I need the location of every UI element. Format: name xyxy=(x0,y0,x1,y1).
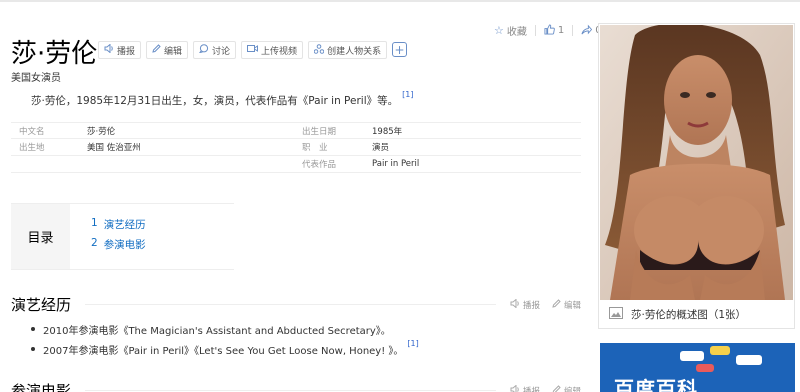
summary-text: 莎·劳伦，1985年12月31日出生，女，演员，代表作品有《Pair in Pe… xyxy=(31,95,399,107)
bullet-dot xyxy=(31,347,35,351)
section-header: 演艺经历 播报 编辑 xyxy=(11,294,581,315)
upload-video-icon xyxy=(247,44,259,56)
create-relation-button[interactable]: 创建人物关系 xyxy=(308,41,388,59)
section-read-button[interactable]: 播报 xyxy=(510,297,540,311)
section-list: 2010年参演电影《The Magician's Assistant and A… xyxy=(31,322,419,362)
info-key: 职 业 xyxy=(302,143,328,153)
edit-button[interactable]: 编辑 xyxy=(146,41,189,59)
section-actions: 播报 编辑 xyxy=(510,383,581,392)
like-count: 1 xyxy=(557,25,565,36)
top-divider xyxy=(0,0,800,2)
list-item-text: 2007年参演电影《Pair in Peril》《Let's See You G… xyxy=(43,346,404,357)
promo-text: 百度百科 xyxy=(614,377,698,392)
pen-icon xyxy=(152,44,161,56)
promo-bubble xyxy=(696,364,714,372)
toc-item-label: 参演电影 xyxy=(103,239,146,251)
section-title: 参演电影 xyxy=(11,382,72,392)
collect-button[interactable]: ☆ 收藏 xyxy=(494,23,527,38)
discuss-button[interactable]: 讨论 xyxy=(193,41,237,59)
info-key: 出生日期 xyxy=(302,126,337,137)
summary-paragraph: 莎·劳伦，1985年12月31日出生，女，演员，代表作品有《Pair in Pe… xyxy=(31,90,413,108)
info-key: 代表作品 xyxy=(302,160,337,170)
tag-label: 编辑 xyxy=(164,46,183,57)
section-edit-label: 编辑 xyxy=(563,386,581,392)
toc-item-number: 2 xyxy=(91,237,98,249)
section-divider xyxy=(85,304,496,305)
image-caption-text: 莎·劳伦的概述图（1张） xyxy=(631,309,747,321)
page-title: 莎·劳伦 xyxy=(11,39,98,69)
pen-icon xyxy=(552,384,561,392)
portrait-photo[interactable] xyxy=(600,25,793,300)
section-divider xyxy=(85,390,496,391)
section-header: 参演电影 播报 编辑 xyxy=(11,380,581,392)
image-caption[interactable]: 莎·劳伦的概述图（1张） xyxy=(609,307,746,322)
speaker-icon xyxy=(104,43,114,56)
section-edit-button[interactable]: 编辑 xyxy=(552,298,581,311)
info-key: 中文名 xyxy=(19,126,45,137)
section-read-button[interactable]: 播报 xyxy=(510,383,540,392)
speaker-icon xyxy=(510,297,520,311)
relation-icon xyxy=(313,43,325,57)
upload-video-button[interactable]: 上传视频 xyxy=(241,41,304,59)
like-button[interactable]: 1 xyxy=(544,24,564,37)
basic-info-table: 中文名 莎·劳伦 出生日期 1985年 出生地 美国 佐治亚州 职 业 演员 代… xyxy=(11,122,581,173)
toc-item-label: 演艺经历 xyxy=(103,219,146,231)
chat-icon xyxy=(198,44,209,56)
subtitle: 美国女演员 xyxy=(11,73,61,84)
star-icon: ☆ xyxy=(494,24,504,37)
list-item-text: 2010年参演电影《The Magician's Assistant and A… xyxy=(43,326,391,337)
info-value: 莎·劳伦 xyxy=(87,126,116,137)
info-row: 中文名 莎·劳伦 出生日期 1985年 xyxy=(11,122,581,139)
promo-banner[interactable]: 百度百科 xyxy=(600,343,795,392)
info-value: 美国 佐治亚州 xyxy=(87,143,141,153)
share-icon xyxy=(581,24,593,37)
section-edit-label: 编辑 xyxy=(563,300,581,311)
read-aloud-button[interactable]: 播报 xyxy=(98,41,142,59)
speaker-icon xyxy=(510,383,520,392)
title-toolbar: 播报 编辑 讨论 上传视频 创建人物关系 + xyxy=(98,41,408,59)
thumbs-up-icon xyxy=(544,24,555,37)
top-actions: ☆ 收藏 1 0 xyxy=(494,23,602,38)
info-row: 出生地 美国 佐治亚州 职 业 演员 xyxy=(11,139,581,156)
list-item: 2007年参演电影《Pair in Peril》《Let's See You G… xyxy=(31,339,419,362)
promo-bubble xyxy=(710,346,730,355)
tag-label: 上传视频 xyxy=(261,46,298,57)
tag-label: 讨论 xyxy=(212,46,231,57)
info-key: 出生地 xyxy=(19,143,45,153)
toc-item[interactable]: 1 演艺经历 xyxy=(91,217,146,237)
reference-link[interactable]: [1] xyxy=(407,339,418,348)
section-read-label: 播报 xyxy=(522,386,540,392)
section-actions: 播报 编辑 xyxy=(510,297,581,311)
picture-icon xyxy=(609,307,623,322)
plus-icon: + xyxy=(394,42,405,57)
add-button[interactable]: + xyxy=(392,42,408,57)
list-item: 2010年参演电影《The Magician's Assistant and A… xyxy=(31,322,419,342)
divider xyxy=(534,25,536,36)
summary-image-card[interactable]: 莎·劳伦的概述图（1张） xyxy=(598,23,795,329)
toc-label: 目录 xyxy=(11,204,70,269)
toc-item[interactable]: 2 参演电影 xyxy=(91,237,146,257)
info-value: Pair in Peril xyxy=(372,159,420,169)
tag-label: 创建人物关系 xyxy=(327,46,382,57)
promo-bubble xyxy=(680,351,704,361)
pen-icon xyxy=(552,298,561,311)
reference-link[interactable]: [1] xyxy=(402,90,413,99)
table-of-contents: 目录 1 演艺经历 2 参演电影 xyxy=(11,203,234,270)
info-value: 1985年 xyxy=(372,126,403,137)
info-row: 代表作品 Pair in Peril xyxy=(11,156,581,173)
bullet-dot xyxy=(31,327,35,331)
divider xyxy=(572,25,574,36)
collect-label: 收藏 xyxy=(506,27,527,38)
section-edit-button[interactable]: 编辑 xyxy=(552,384,581,392)
section-title: 演艺经历 xyxy=(11,296,72,314)
toc-item-number: 1 xyxy=(91,217,98,229)
info-value: 演员 xyxy=(372,143,390,153)
section-read-label: 播报 xyxy=(522,300,540,311)
tag-label: 播报 xyxy=(117,46,136,57)
toc-list: 1 演艺经历 2 参演电影 xyxy=(70,204,146,269)
promo-bubble xyxy=(736,355,762,365)
